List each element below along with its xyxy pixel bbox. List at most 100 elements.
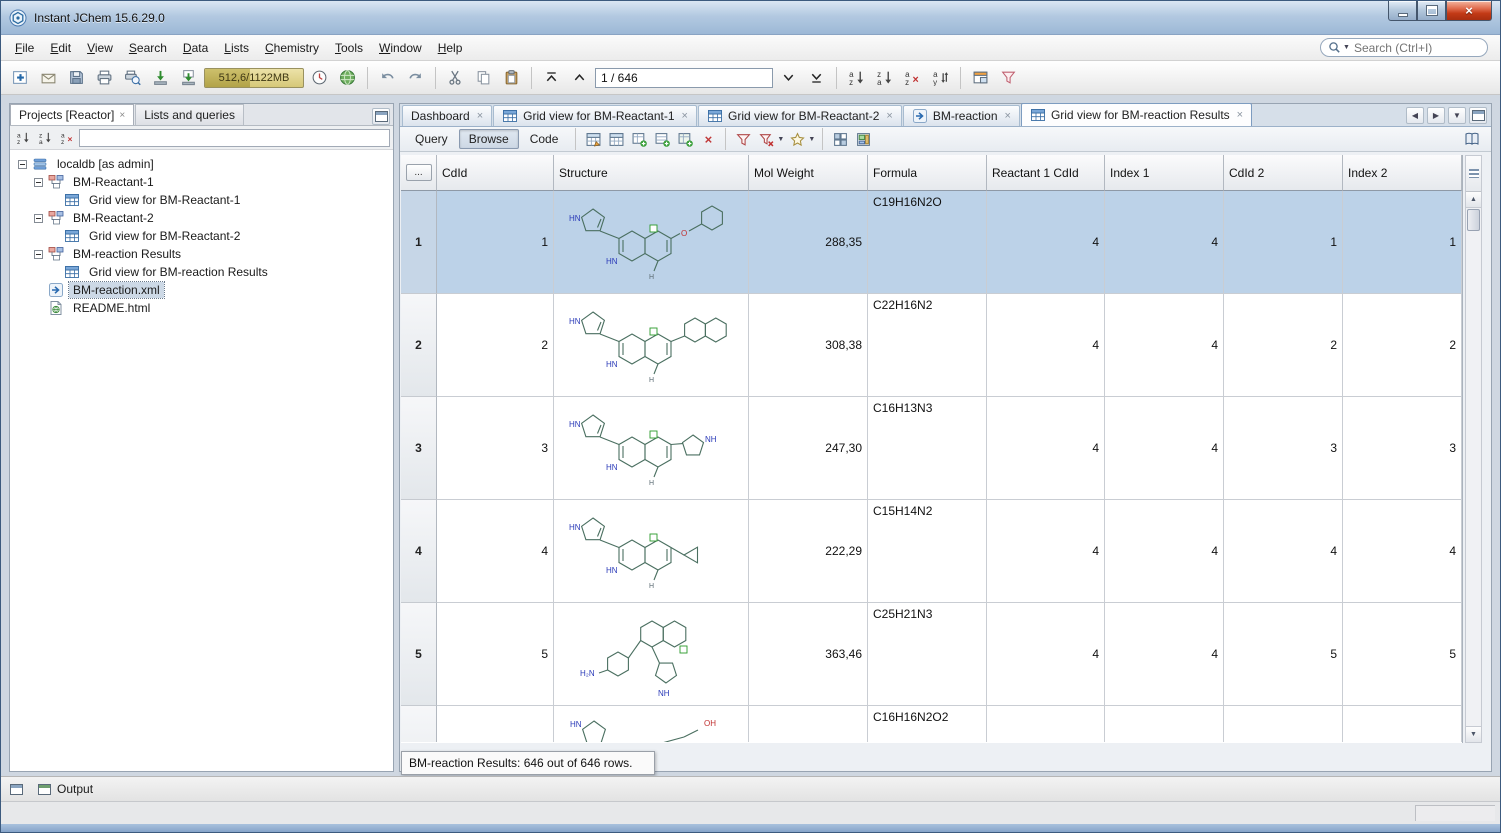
index2-cell[interactable]: 2	[1343, 294, 1462, 397]
maximize-view-button[interactable]	[1469, 107, 1487, 124]
paste-icon[interactable]	[499, 65, 524, 90]
column-header-structure[interactable]: Structure	[554, 155, 749, 191]
index1-cell[interactable]	[1105, 706, 1224, 742]
tab-bm-reaction[interactable]: BM-reaction×	[903, 105, 1020, 126]
cdid2-cell[interactable]	[1224, 706, 1343, 742]
cdid-cell[interactable]	[437, 706, 554, 742]
collapse-toggle-icon[interactable]	[34, 178, 43, 187]
tab-close-icon[interactable]: ×	[1005, 110, 1011, 122]
grid-row-3[interactable]: 33HNHNHNH247,30C16H13N34433	[401, 397, 1462, 500]
tab-dashboard[interactable]: Dashboard×	[402, 105, 492, 126]
index1-cell[interactable]: 4	[1105, 603, 1224, 706]
structure-cell[interactable]: HNHNH	[554, 294, 749, 397]
favorites-star-icon[interactable]	[787, 129, 807, 149]
open-icon[interactable]	[36, 65, 61, 90]
structure-cell[interactable]: HNHNH	[554, 500, 749, 603]
menu-file[interactable]: File	[7, 37, 42, 59]
structure-cell[interactable]: HNOH	[554, 706, 749, 742]
output-tab[interactable]: Output	[32, 780, 99, 798]
last-record-icon[interactable]	[804, 65, 829, 90]
tree-node-bm-reaction-xml[interactable]: BM-reaction.xml	[12, 281, 391, 299]
tree-node-localdb-as-admin[interactable]: localdb [as admin]	[12, 155, 391, 173]
copy-icon[interactable]	[471, 65, 496, 90]
tab-close-icon[interactable]: ×	[119, 110, 125, 121]
row-number[interactable]: 6	[401, 706, 437, 742]
grid-corner-button[interactable]: ...	[406, 164, 432, 181]
formula-cell[interactable]: C22H16N2	[868, 294, 987, 397]
import-icon[interactable]	[148, 65, 173, 90]
globe-icon[interactable]	[335, 65, 360, 90]
scroll-tabs-left-button[interactable]: ◀	[1406, 107, 1424, 124]
sort-descending-icon[interactable]: za	[872, 65, 897, 90]
tab-close-icon[interactable]: ×	[682, 110, 688, 122]
structure-cell[interactable]: HNHNHNH	[554, 397, 749, 500]
index2-cell[interactable]: 4	[1343, 500, 1462, 603]
export-icon[interactable]	[176, 65, 201, 90]
mol-weight-cell[interactable]	[749, 706, 868, 742]
cdid-cell[interactable]: 5	[437, 603, 554, 706]
clear-filter-icon[interactable]	[756, 129, 776, 149]
reactant1-cdid-cell[interactable]: 4	[987, 397, 1105, 500]
formula-cell[interactable]: C16H16N2O2	[868, 706, 987, 742]
menu-tools[interactable]: Tools	[327, 37, 371, 59]
grid-row-1[interactable]: 11HNHNHO288,35C19H16N2O4411	[401, 191, 1462, 294]
library-icon[interactable]	[1464, 131, 1480, 147]
cdid-cell[interactable]: 4	[437, 500, 554, 603]
browse-mode-button[interactable]: Browse	[459, 129, 519, 149]
clear-sort-icon[interactable]: az×	[57, 128, 77, 148]
formula-cell[interactable]: C16H13N3	[868, 397, 987, 500]
filter-dropdown-arrow[interactable]: ▼	[777, 136, 784, 143]
add-selection-icon[interactable]	[675, 129, 695, 149]
query-mode-button[interactable]: Query	[405, 129, 458, 149]
grid-row-4[interactable]: 44HNHNH222,29C15H14N24444	[401, 500, 1462, 603]
column-header-reactant-1-cdid[interactable]: Reactant 1 CdId	[987, 155, 1105, 191]
code-mode-button[interactable]: Code	[520, 129, 569, 149]
menu-chemistry[interactable]: Chemistry	[257, 37, 327, 59]
row-number[interactable]: 3	[401, 397, 437, 500]
reactant1-cdid-cell[interactable]: 4	[987, 603, 1105, 706]
tree-node-bm-reactant-1[interactable]: BM-Reactant-1	[12, 173, 391, 191]
grid-layout-icon[interactable]	[830, 129, 850, 149]
edit-data-icon[interactable]	[583, 129, 603, 149]
mol-weight-cell[interactable]: 363,46	[749, 603, 868, 706]
tree-node-grid-view-for-bm-reaction-results[interactable]: Grid view for BM-reaction Results	[12, 263, 391, 281]
formula-cell[interactable]: C19H16N2O	[868, 191, 987, 294]
cdid2-cell[interactable]: 5	[1224, 603, 1343, 706]
filter-icon[interactable]	[733, 129, 753, 149]
menu-view[interactable]: View	[79, 37, 121, 59]
menu-search[interactable]: Search	[121, 37, 175, 59]
column-header-index-2[interactable]: Index 2	[1343, 155, 1462, 191]
tab-grid-view-for-bm-reactant-1[interactable]: Grid view for BM-Reactant-1×	[493, 105, 697, 126]
scrollbar-thumb[interactable]	[1467, 209, 1480, 231]
cdid-cell[interactable]: 2	[437, 294, 554, 397]
mol-weight-cell[interactable]: 288,35	[749, 191, 868, 294]
panel-tab-projects-reactor[interactable]: Projects [Reactor]×	[10, 104, 134, 125]
minimize-button[interactable]	[1388, 1, 1417, 21]
menu-window[interactable]: Window	[371, 37, 430, 59]
column-header-index-1[interactable]: Index 1	[1105, 155, 1224, 191]
scroll-tabs-right-button[interactable]: ▶	[1427, 107, 1445, 124]
menu-data[interactable]: Data	[175, 37, 216, 59]
titlebar[interactable]: Instant JChem 15.6.29.0 ×	[1, 1, 1500, 35]
custom-sort-icon[interactable]: ay	[928, 65, 953, 90]
cdid-cell[interactable]: 3	[437, 397, 554, 500]
reactant1-cdid-cell[interactable]: 4	[987, 191, 1105, 294]
tab-close-icon[interactable]: ×	[477, 110, 483, 122]
tree-node-grid-view-for-bm-reactant-1[interactable]: Grid view for BM-Reactant-1	[12, 191, 391, 209]
minimize-panel-button[interactable]	[372, 108, 390, 125]
scroll-up-button[interactable]: ▲	[1466, 192, 1481, 208]
maximize-button[interactable]	[1417, 1, 1446, 21]
redo-icon[interactable]	[403, 65, 428, 90]
undo-icon[interactable]	[375, 65, 400, 90]
tab-close-icon[interactable]: ×	[1237, 109, 1243, 121]
collapse-toggle-icon[interactable]	[34, 250, 43, 259]
index1-cell[interactable]: 4	[1105, 500, 1224, 603]
grid-row-2[interactable]: 22HNHNH308,38C22H16N24422	[401, 294, 1462, 397]
sort-za-icon[interactable]: za	[35, 128, 55, 148]
index1-cell[interactable]: 4	[1105, 397, 1224, 500]
record-position-field[interactable]	[595, 68, 773, 88]
clock-icon[interactable]	[307, 65, 332, 90]
reactant1-cdid-cell[interactable]	[987, 706, 1105, 742]
remove-sort-icon[interactable]: az×	[900, 65, 925, 90]
next-record-icon[interactable]	[776, 65, 801, 90]
